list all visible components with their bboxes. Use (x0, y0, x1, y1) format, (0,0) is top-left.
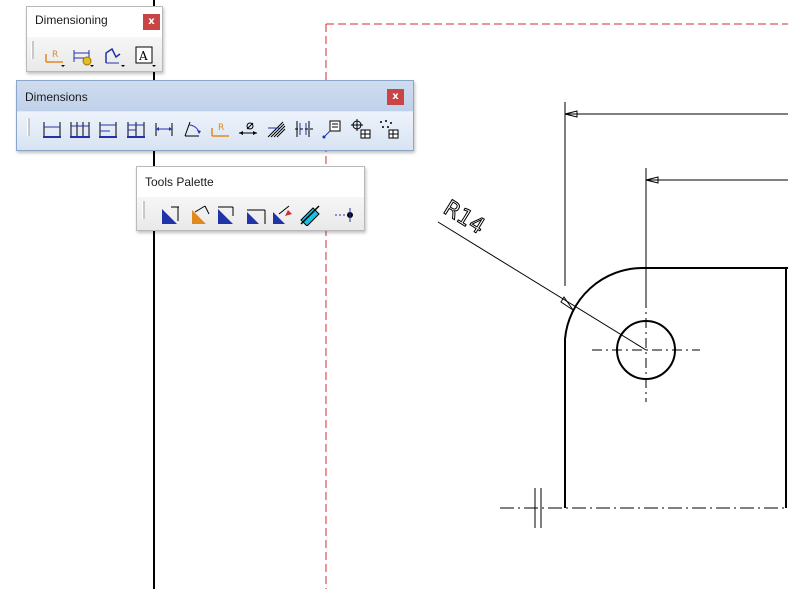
intersection-point-icon[interactable] (299, 204, 321, 226)
points-table-icon[interactable] (377, 118, 399, 140)
true-length-icon[interactable] (271, 204, 293, 226)
diameter-dimension-icon[interactable] (237, 118, 259, 140)
svg-text:R: R (218, 123, 224, 133)
radius-dimension-text[interactable]: R14 (438, 195, 489, 240)
dimension-setup-icon[interactable] (72, 45, 94, 67)
length-distance-icon[interactable] (153, 118, 175, 140)
chained-dimension-icon[interactable] (69, 118, 91, 140)
toolbar-title-bar[interactable]: Dimensions x (17, 81, 413, 111)
toolbar-body (137, 197, 364, 230)
stacked-dimension-icon[interactable] (125, 118, 147, 140)
toolbar-title: Dimensioning (35, 13, 108, 27)
toolbar-title: Tools Palette (145, 175, 214, 189)
toolbar-title: Dimensions (25, 90, 88, 104)
svg-text:R: R (52, 50, 58, 60)
hole-table-icon[interactable] (349, 118, 371, 140)
toolbar-title-bar[interactable]: Tools Palette (137, 167, 364, 195)
toolbar-body: R (17, 112, 413, 150)
part-outline[interactable] (564, 266, 788, 508)
toolbar-body: R A (27, 37, 162, 71)
tools-palette-toolbar[interactable]: Tools Palette (136, 166, 365, 231)
radius-dimension-icon[interactable]: R (209, 118, 231, 140)
toolbar-grip[interactable] (27, 118, 30, 136)
angle-dimension-icon[interactable] (181, 118, 203, 140)
radius-dimension-icon[interactable]: R (43, 45, 65, 67)
dimensions-toolbar[interactable]: Dimensions x R (16, 80, 414, 151)
dimensioning-toolbar[interactable]: Dimensioning x R A (26, 6, 163, 72)
close-button[interactable]: x (143, 14, 160, 30)
force-vertical-icon[interactable] (215, 204, 237, 226)
text-icon[interactable]: A (134, 45, 156, 67)
close-button[interactable]: x (387, 89, 404, 105)
toolbar-grip[interactable] (142, 201, 145, 219)
dimension-icon[interactable] (41, 118, 63, 140)
dimension-value-icon[interactable] (333, 204, 355, 226)
projected-dimension-icon[interactable] (159, 204, 181, 226)
datum-feature-icon[interactable] (103, 45, 125, 67)
svg-text:A: A (138, 49, 148, 63)
cumulated-dimension-icon[interactable] (97, 118, 119, 140)
toolbar-grip[interactable] (31, 41, 34, 59)
radius-leader-line[interactable] (437, 221, 647, 351)
force-along-direction-icon[interactable] (245, 204, 267, 226)
thread-dimension-icon[interactable] (293, 118, 315, 140)
chamfer-dimension-icon[interactable] (265, 118, 287, 140)
toolbar-title-bar[interactable]: Dimensioning x (27, 7, 162, 35)
coordinate-dimension-icon[interactable] (321, 118, 343, 140)
force-horizontal-icon[interactable] (189, 204, 211, 226)
